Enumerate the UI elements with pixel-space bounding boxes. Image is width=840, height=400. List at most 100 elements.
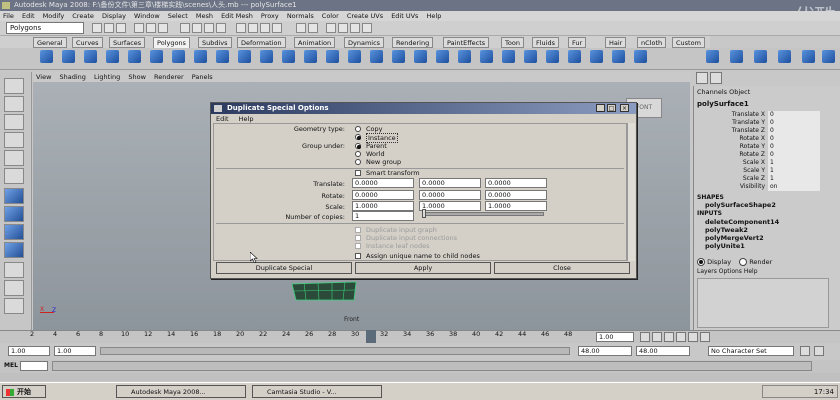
dialog-scrollbar[interactable] <box>627 123 635 261</box>
attr-row[interactable]: Scale X1 <box>697 159 837 167</box>
dup-input-connections-checkbox[interactable] <box>355 235 361 241</box>
translate-z-field[interactable]: 0.0000 <box>485 178 547 188</box>
mirror-icon[interactable] <box>568 50 581 63</box>
prefs-icon[interactable] <box>814 346 824 356</box>
combine-icon[interactable] <box>238 50 251 63</box>
close-button[interactable]: Close <box>494 262 630 274</box>
shelf-tab-polygons[interactable]: Polygons <box>153 37 190 48</box>
history-icon[interactable] <box>296 23 306 33</box>
poly-prism-icon[interactable] <box>172 50 185 63</box>
menu-color[interactable]: Color <box>319 11 342 21</box>
poly-pyramid-icon[interactable] <box>194 50 207 63</box>
go-to-end-icon[interactable] <box>700 332 710 342</box>
copies-slider-track[interactable] <box>422 212 544 216</box>
poly-torus-icon[interactable] <box>150 50 163 63</box>
shelf-tab-painteffects[interactable]: PaintEffects <box>443 37 490 48</box>
rotate-y-field[interactable]: 0.0000 <box>419 190 481 200</box>
poly-cube-icon[interactable] <box>62 50 75 63</box>
copies-field[interactable]: 1 <box>352 211 414 221</box>
quadrangulate-icon[interactable] <box>546 50 559 63</box>
menu-create-uvs[interactable]: Create UVs <box>344 11 386 21</box>
scale-z-field[interactable]: 1.0000 <box>485 201 547 211</box>
select-hierarchy-icon[interactable] <box>134 23 144 33</box>
insert-edge-loop-icon[interactable] <box>392 50 405 63</box>
smooth-icon[interactable] <box>282 50 295 63</box>
maximize-icon[interactable]: □ <box>607 104 616 112</box>
character-set-select[interactable]: No Character Set <box>708 346 794 356</box>
select-object-icon[interactable] <box>146 23 156 33</box>
construction-history-icon[interactable] <box>308 23 318 33</box>
input-node[interactable]: deleteComponent14 <box>705 218 779 226</box>
menu-proxy[interactable]: Proxy <box>258 11 282 21</box>
layout-icon[interactable] <box>754 50 767 63</box>
lasso-tool-icon[interactable] <box>4 96 24 112</box>
bevel-icon[interactable] <box>436 50 449 63</box>
layer-menu[interactable]: Layers Options Help <box>697 268 758 275</box>
channel-box-toggle-icon[interactable] <box>696 72 708 84</box>
menu-set-select[interactable]: Polygons <box>6 22 84 34</box>
menu-edit[interactable]: Edit <box>19 11 38 21</box>
layout-icon[interactable] <box>730 50 743 63</box>
collapse-icon[interactable] <box>480 50 493 63</box>
translate-y-field[interactable]: 0.0000 <box>419 178 481 188</box>
layout-icon[interactable] <box>706 50 719 63</box>
end-time-field[interactable]: 48.00 <box>636 346 690 356</box>
instance-leaf-checkbox[interactable] <box>355 243 361 249</box>
viewport-menu-renderer[interactable]: Renderer <box>151 72 187 82</box>
shelf-tab-toon[interactable]: Toon <box>501 37 524 48</box>
shelf-tab-hair[interactable]: Hair <box>605 37 627 48</box>
step-back-icon[interactable] <box>652 332 662 342</box>
shelf-tab-dynamics[interactable]: Dynamics <box>344 37 385 48</box>
duplicate-special-button[interactable]: Duplicate Special <box>216 262 352 274</box>
render-globals-icon[interactable] <box>362 23 372 33</box>
shelf-tab-fluids[interactable]: Fluids <box>532 37 559 48</box>
layout-persp-icon[interactable] <box>4 298 24 314</box>
snap-point-icon[interactable] <box>260 23 270 33</box>
append-icon[interactable] <box>348 50 361 63</box>
layer-editor[interactable] <box>697 278 829 328</box>
copy-radio[interactable] <box>355 126 361 132</box>
command-input[interactable] <box>20 361 48 371</box>
scale-tool-icon[interactable] <box>4 168 24 184</box>
layout-icon[interactable] <box>778 50 791 63</box>
viewport-menu-shading[interactable]: Shading <box>57 72 89 82</box>
shelf-tab-animation[interactable]: Animation <box>294 37 336 48</box>
layout-single-icon[interactable] <box>4 188 24 204</box>
dialog-menu-help[interactable]: Help <box>239 115 254 123</box>
start-button[interactable]: 开始 <box>2 385 46 398</box>
save-scene-icon[interactable] <box>116 23 126 33</box>
attribute-editor-toggle-icon[interactable] <box>710 72 722 84</box>
render-icon[interactable] <box>338 23 348 33</box>
attr-row[interactable]: Rotate Y0 <box>697 143 837 151</box>
pick-mask-icon[interactable] <box>192 23 202 33</box>
world-radio[interactable] <box>355 151 361 157</box>
smart-transform-checkbox[interactable] <box>355 170 361 176</box>
shelf-tab-custom[interactable]: Custom <box>672 37 705 48</box>
start-time-field[interactable]: 1.00 <box>8 346 50 356</box>
menu-edit-mesh[interactable]: Edit Mesh <box>218 11 256 21</box>
shelf-tab-surfaces[interactable]: Surfaces <box>109 37 146 48</box>
pick-mask-icon[interactable] <box>216 23 226 33</box>
menu-modify[interactable]: Modify <box>40 11 68 21</box>
select-component-icon[interactable] <box>158 23 168 33</box>
uv-planar-icon[interactable] <box>590 50 603 63</box>
snap-plane-icon[interactable] <box>272 23 282 33</box>
attr-row[interactable]: Translate X0 <box>697 111 837 119</box>
new-group-radio[interactable] <box>355 159 361 165</box>
snap-grid-icon[interactable] <box>236 23 246 33</box>
pick-mask-icon[interactable] <box>204 23 214 33</box>
playback-start-field[interactable]: 1.00 <box>54 346 96 356</box>
selected-object-name[interactable]: polySurface1 <box>697 100 749 108</box>
taskbar-camtasia[interactable]: Camtasia Studio - V... <box>252 385 382 398</box>
shelf-tab-curves[interactable]: Curves <box>72 37 103 48</box>
input-node[interactable]: polyUnite1 <box>705 242 745 250</box>
play-back-icon[interactable] <box>664 332 674 342</box>
range-slider[interactable] <box>100 347 570 355</box>
shape-node[interactable]: polySurfaceShape2 <box>705 201 776 209</box>
layout-two-icon[interactable] <box>4 224 24 240</box>
rotate-tool-icon[interactable] <box>4 150 24 166</box>
shelf-tab-rendering[interactable]: Rendering <box>392 37 434 48</box>
merge-icon[interactable] <box>458 50 471 63</box>
attr-row[interactable]: Rotate Z0 <box>697 151 837 159</box>
viewport-menu-panels[interactable]: Panels <box>189 72 216 82</box>
